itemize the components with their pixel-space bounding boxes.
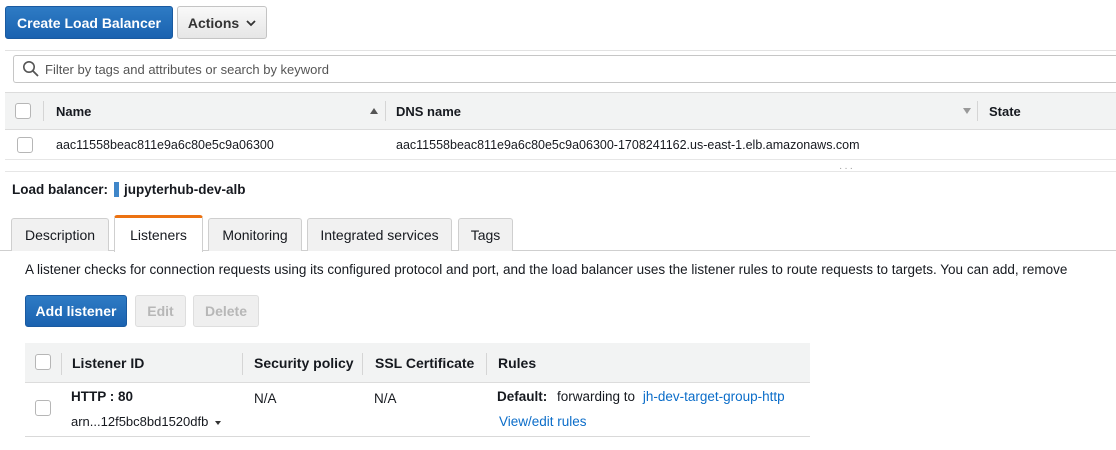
caret-down-icon xyxy=(214,420,221,425)
target-group-link[interactable]: jh-dev-target-group-http xyxy=(643,389,785,404)
filter-field[interactable] xyxy=(13,55,1116,83)
column-divider xyxy=(43,101,44,121)
listeners-table-header: Listener ID Security policy SSL Certific… xyxy=(25,343,810,383)
listeners-table: Listener ID Security policy SSL Certific… xyxy=(25,343,810,437)
ssl-certificate-value: N/A xyxy=(374,391,397,406)
create-load-balancer-button[interactable]: Create Load Balancer xyxy=(5,6,173,39)
tab-integrated-services[interactable]: Integrated services xyxy=(307,218,452,251)
column-header-dns-name[interactable]: DNS name xyxy=(396,93,461,129)
lb-name-cell: aac11558beac811e9a6c80e5c9a06300 xyxy=(56,138,274,152)
column-header-listener-id[interactable]: Listener ID xyxy=(72,343,144,383)
lb-dns-cell: aac11558beac811e9a6c80e5c9a06300-1708241… xyxy=(396,138,860,152)
table-row[interactable]: aac11558beac811e9a6c80e5c9a06300 aac1155… xyxy=(5,130,1116,160)
top-toolbar: Create Load Balancer Actions xyxy=(0,0,1116,47)
column-header-name[interactable]: Name xyxy=(56,93,91,129)
detail-tabs: Description Listeners Monitoring Integra… xyxy=(0,215,1116,252)
column-header-ssl-certificate[interactable]: SSL Certificate xyxy=(375,343,474,383)
row-checkbox[interactable] xyxy=(35,400,51,416)
listener-arn[interactable]: arn...12f5bc8bd1520dfb xyxy=(71,414,222,429)
listeners-description: A listener checks for connection request… xyxy=(25,262,1068,277)
select-all-checkbox[interactable] xyxy=(35,354,51,370)
table-header: Name DNS name State xyxy=(5,92,1116,130)
chevron-down-icon xyxy=(246,19,256,26)
table-row[interactable]: HTTP : 80 arn...12f5bc8bd1520dfb N/A N/A… xyxy=(25,383,810,437)
rules-forwarding-text: forwarding to xyxy=(557,389,636,404)
listener-arn-text: arn...12f5bc8bd1520dfb xyxy=(71,414,209,429)
sort-ascending-icon[interactable] xyxy=(370,108,378,114)
security-policy-value: N/A xyxy=(254,391,277,406)
tab-tags[interactable]: Tags xyxy=(458,218,513,251)
actions-label: Actions xyxy=(187,14,240,31)
search-input[interactable] xyxy=(45,61,1095,77)
actions-button[interactable]: Actions xyxy=(177,6,267,39)
column-header-security-policy[interactable]: Security policy xyxy=(254,343,354,383)
view-edit-rules-link[interactable]: View/edit rules xyxy=(499,414,587,429)
tab-description[interactable]: Description xyxy=(11,218,109,251)
column-divider xyxy=(242,353,243,375)
drag-handle-icon: ··· xyxy=(839,163,855,174)
column-divider xyxy=(385,101,386,121)
load-balancer-label: Load balancer: xyxy=(12,181,109,197)
rules-default: Default: forwarding to jh-dev-target-gro… xyxy=(497,389,785,404)
column-divider xyxy=(977,101,978,121)
column-header-state[interactable]: State xyxy=(989,93,1021,129)
sort-descending-icon[interactable] xyxy=(963,108,971,114)
column-divider xyxy=(362,353,363,375)
column-header-rules[interactable]: Rules xyxy=(498,343,536,383)
tab-monitoring[interactable]: Monitoring xyxy=(208,218,302,251)
load-balancer-name: jupyterhub-dev-alb xyxy=(124,181,246,197)
add-listener-button[interactable]: Add listener xyxy=(25,295,127,327)
selection-marker xyxy=(114,181,120,197)
search-icon xyxy=(23,61,39,77)
column-divider xyxy=(61,353,62,375)
filter-bar xyxy=(5,50,1116,88)
load-balancer-table: Name DNS name State aac11558beac811e9a6c… xyxy=(5,92,1116,160)
edit-button[interactable]: Edit xyxy=(135,295,186,327)
selected-load-balancer: Load balancer: jupyterhub-dev-alb xyxy=(12,180,246,198)
panel-resize-handle[interactable]: ··· xyxy=(5,162,1116,174)
column-divider xyxy=(486,353,487,375)
delete-button[interactable]: Delete xyxy=(193,295,259,327)
tab-listeners[interactable]: Listeners xyxy=(114,215,203,252)
select-all-checkbox[interactable] xyxy=(15,103,31,119)
rules-default-label: Default: xyxy=(497,389,548,404)
row-checkbox[interactable] xyxy=(17,137,33,153)
listener-protocol-port: HTTP : 80 xyxy=(71,389,134,404)
